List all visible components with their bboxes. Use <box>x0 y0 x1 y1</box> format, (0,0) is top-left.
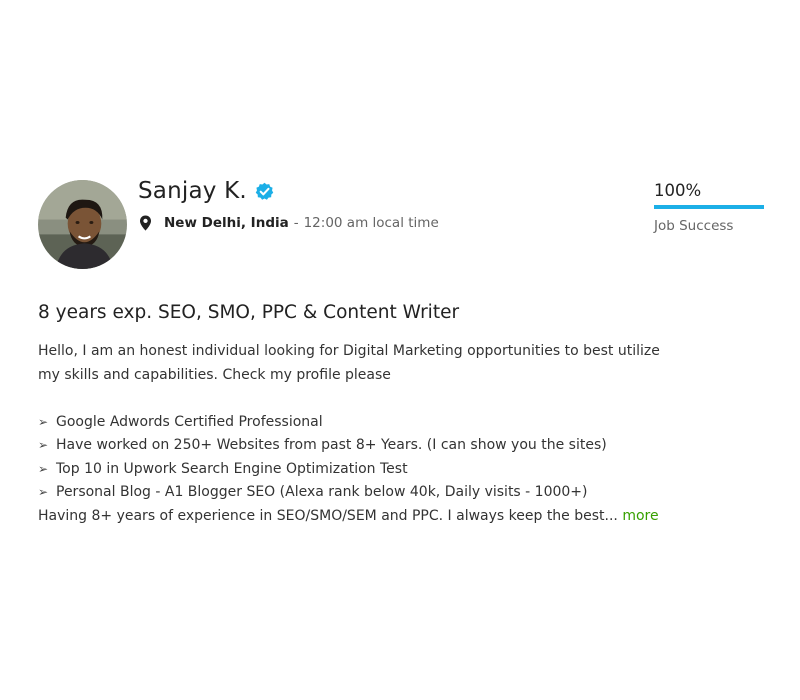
avatar-photo <box>38 180 127 269</box>
job-success-value: 100% <box>654 181 702 200</box>
verified-badge-icon <box>255 182 274 201</box>
overview-bullet: ➢ Have worked on 250+ Websites from past … <box>38 434 758 458</box>
job-success-bar-fill <box>654 205 764 209</box>
job-success-bar <box>654 205 764 209</box>
overview-bullet-text: Personal Blog - A1 Blogger SEO (Alexa ra… <box>56 484 588 500</box>
profile-overview: Hello, I am an honest individual looking… <box>38 340 758 528</box>
freelancer-name[interactable]: Sanjay K. <box>138 178 247 204</box>
bullet-arrow-icon: ➢ <box>38 461 49 476</box>
overview-closing-text: Having 8+ years of experience in SEO/SMO… <box>38 507 618 524</box>
overview-bullet-text: Top 10 in Upwork Search Engine Optimizat… <box>56 460 408 477</box>
name-row: Sanjay K. <box>138 178 274 204</box>
overview-intro-line: my skills and capabilities. Check my pro… <box>38 366 391 383</box>
location-city: New Delhi, India <box>164 215 289 231</box>
bullet-arrow-icon: ➢ <box>38 414 49 429</box>
job-success-score: 100% Job Success <box>654 181 766 234</box>
bullet-arrow-icon: ➢ <box>38 438 49 452</box>
more-link[interactable]: more <box>622 508 658 524</box>
profile-avatar[interactable] <box>38 180 127 269</box>
overview-bullet: ➢ Top 10 in Upwork Search Engine Optimiza… <box>38 458 758 482</box>
bullet-arrow-icon: ➢ <box>38 485 49 499</box>
overview-bullet: ➢ Google Adwords Certified Professional <box>38 411 758 435</box>
overview-closing: Having 8+ years of experience in SEO/SMO… <box>38 505 758 529</box>
location-row: New Delhi, India - 12:00 am local time <box>139 215 439 231</box>
map-pin-icon <box>139 215 153 231</box>
job-success-label: Job Success <box>654 218 734 234</box>
overview-bullet: ➢ Personal Blog - A1 Blogger SEO (Alexa r… <box>38 481 758 505</box>
location-separator: - <box>293 215 299 231</box>
overview-bullet-text: Have worked on 250+ Websites from past 8… <box>56 437 607 453</box>
overview-bullet-text: Google Adwords Certified Professional <box>56 413 323 430</box>
local-time: 12:00 am local time <box>303 215 439 231</box>
profile-title: 8 years exp. SEO, SMO, PPC & Content Wri… <box>38 302 460 323</box>
overview-intro-line: Hello, I am an honest individual looking… <box>38 343 660 359</box>
